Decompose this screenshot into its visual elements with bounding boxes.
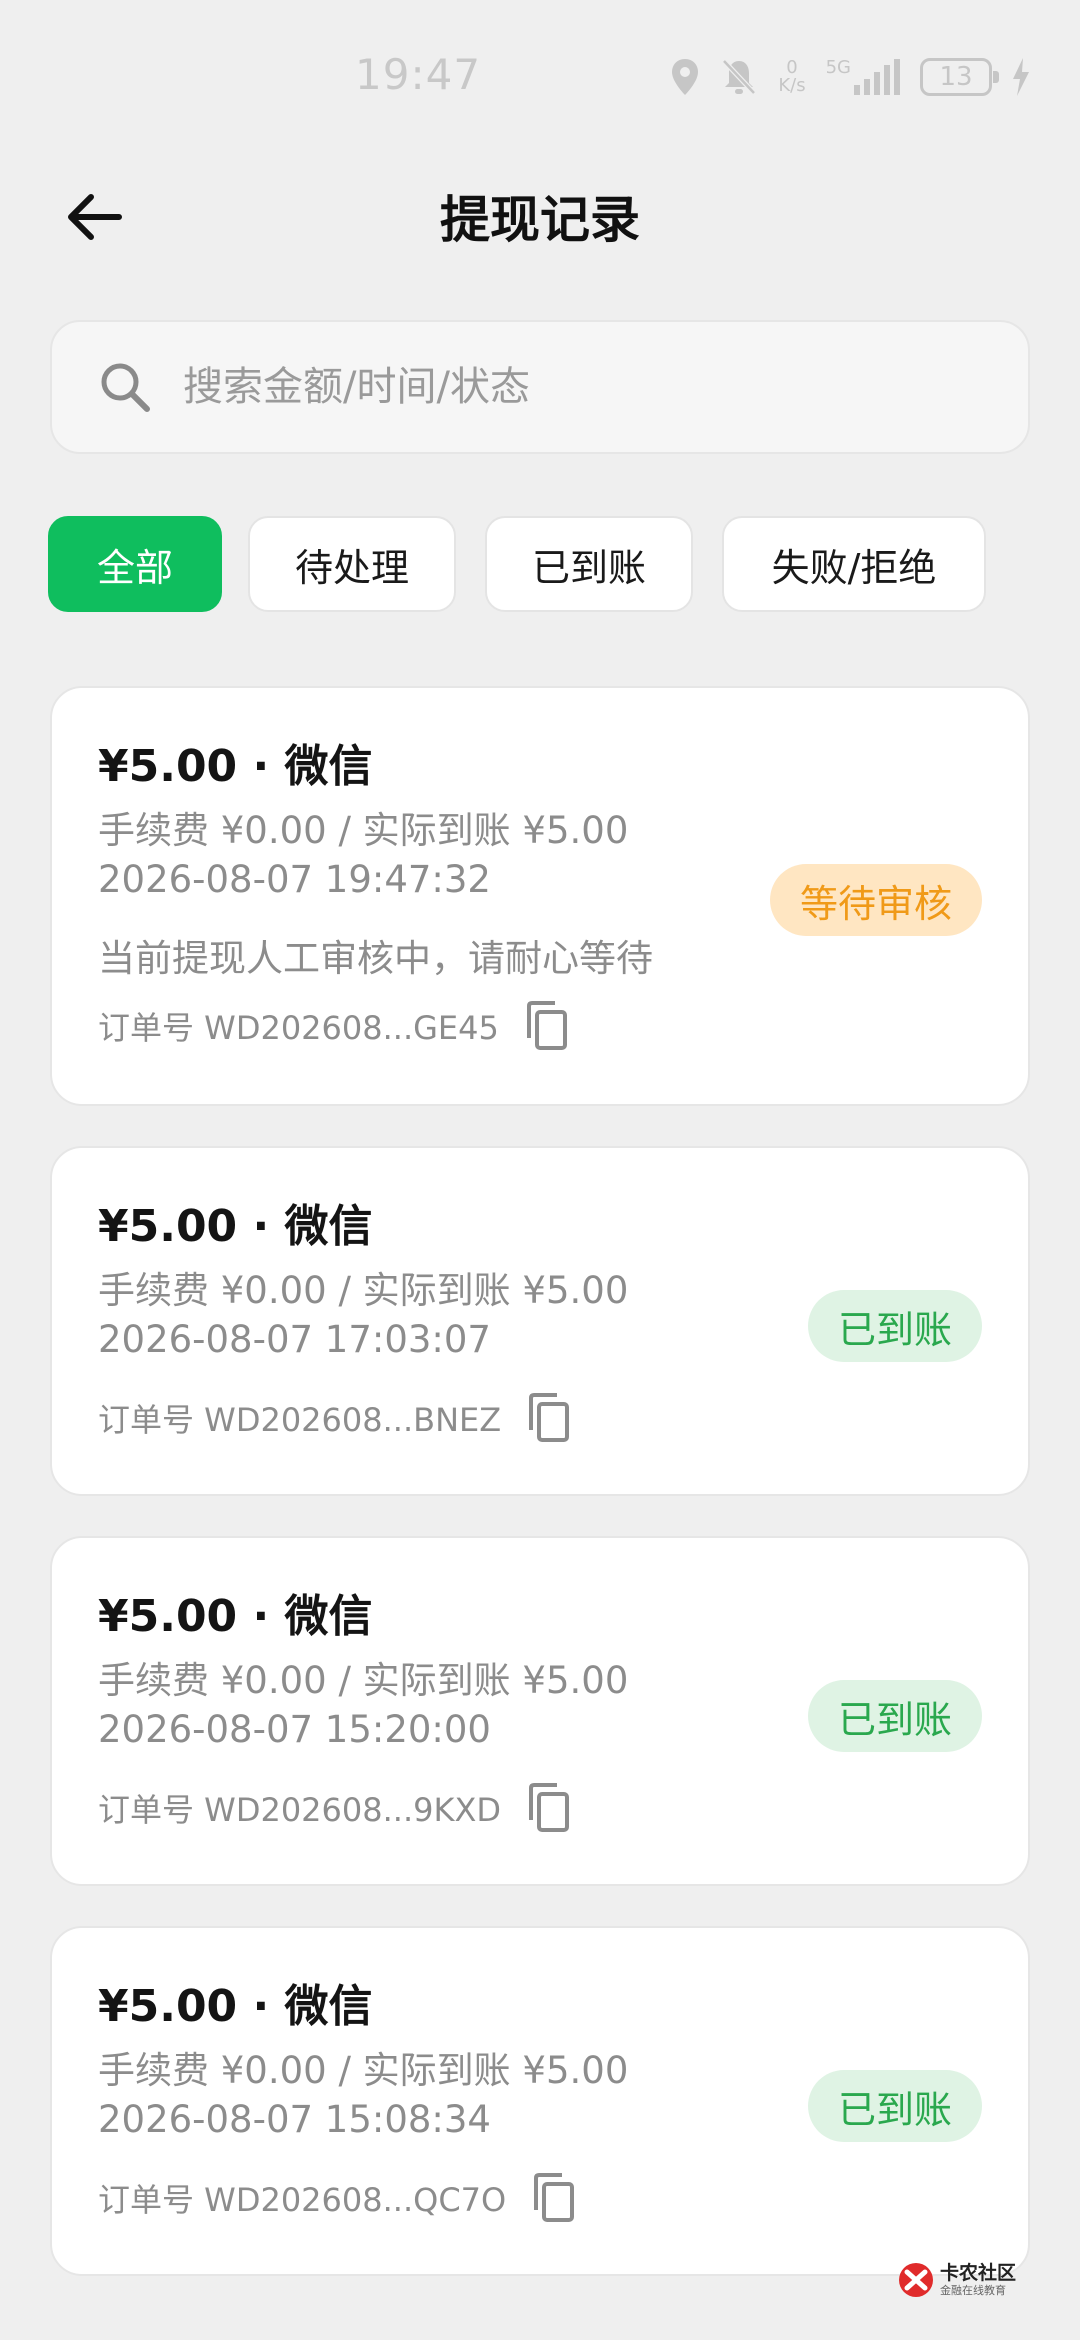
status-icons: 0 K/s 5G 13 [670, 52, 1030, 102]
record-card[interactable]: ¥5.00 · 微信 手续费 ¥0.00 / 实际到账 ¥5.00 2026-0… [50, 1926, 1030, 2276]
status-badge: 已到账 [807, 2070, 982, 2142]
page-title: 提现记录 [440, 191, 640, 249]
record-time: 2026-08-07 15:20:00 [98, 1708, 491, 1751]
record-fee: 手续费 ¥0.00 / 实际到账 ¥5.00 [98, 1269, 629, 1312]
copy-icon[interactable] [532, 2172, 578, 2224]
record-order: 订单号 WD202608...9KXD [98, 1782, 573, 1834]
record-order: 订单号 WD202608...QC7O [98, 2172, 578, 2224]
tab-failed-rejected[interactable]: 失败/拒绝 [722, 516, 986, 612]
order-number: 订单号 WD202608...QC7O [98, 2181, 507, 2219]
search-input[interactable] [183, 364, 943, 410]
copy-icon[interactable] [525, 1000, 571, 1052]
copy-icon[interactable] [527, 1782, 573, 1834]
record-fee: 手续费 ¥0.00 / 实际到账 ¥5.00 [98, 1659, 629, 1702]
record-time: 2026-08-07 15:08:34 [98, 2098, 491, 2141]
record-order: 订单号 WD202608...GE45 [98, 1000, 571, 1052]
status-badge: 已到账 [807, 1290, 982, 1362]
watermark: 卡农社区 金融在线教育 [896, 2258, 1046, 2302]
watermark-logo-icon [899, 2263, 933, 2297]
watermark-main: 卡农社区 [940, 2262, 1017, 2284]
header: 提现记录 [0, 160, 1080, 270]
record-amount: ¥5.00 · 微信 [98, 1981, 373, 2032]
location-icon [672, 59, 699, 95]
status-bar: 19:47 0 K/s 5G 13 [0, 0, 1080, 160]
record-card[interactable]: ¥5.00 · 微信 手续费 ¥0.00 / 实际到账 ¥5.00 2026-0… [50, 1536, 1030, 1886]
status-time: 19:47 [355, 50, 482, 99]
tab-pending[interactable]: 待处理 [248, 516, 456, 612]
network-type: 5G [825, 57, 851, 78]
record-amount: ¥5.00 · 微信 [98, 1201, 373, 1252]
record-note: 当前提现人工审核中，请耐心等待 [98, 937, 653, 980]
record-time: 2026-08-07 17:03:07 [98, 1318, 491, 1361]
record-fee: 手续费 ¥0.00 / 实际到账 ¥5.00 [98, 2049, 629, 2092]
record-card[interactable]: ¥5.00 · 微信 手续费 ¥0.00 / 实际到账 ¥5.00 2026-0… [50, 686, 1030, 1106]
record-order: 订单号 WD202608...BNEZ [98, 1392, 573, 1444]
signal: 5G [826, 59, 900, 95]
record-amount: ¥5.00 · 微信 [98, 1591, 373, 1642]
status-badge: 等待审核 [769, 864, 982, 936]
order-number: 订单号 WD202608...GE45 [98, 1009, 499, 1047]
tab-all[interactable]: 全部 [48, 516, 222, 612]
record-card[interactable]: ¥5.00 · 微信 手续费 ¥0.00 / 实际到账 ¥5.00 2026-0… [50, 1146, 1030, 1496]
order-number: 订单号 WD202608...BNEZ [98, 1401, 502, 1439]
record-fee: 手续费 ¥0.00 / 实际到账 ¥5.00 [98, 809, 629, 852]
watermark-text: 卡农社区 金融在线教育 [940, 2262, 1016, 2298]
charging-icon [1013, 58, 1029, 96]
battery-indicator: 13 [920, 58, 999, 96]
watermark-sub: 金融在线教育 [940, 2284, 1006, 2297]
speed-unit: K/s [778, 75, 806, 96]
search-icon [101, 363, 150, 412]
search-bar[interactable] [50, 320, 1030, 454]
signal-icon [854, 59, 900, 95]
network-speed: 0 K/s [778, 59, 805, 95]
copy-icon[interactable] [527, 1392, 573, 1444]
status-badge: 已到账 [807, 1680, 982, 1752]
record-amount: ¥5.00 · 微信 [98, 741, 373, 792]
tab-arrived[interactable]: 已到账 [485, 516, 693, 612]
order-number: 订单号 WD202608...9KXD [98, 1791, 502, 1829]
mute-bell-icon [722, 59, 757, 95]
record-time: 2026-08-07 19:47:32 [98, 858, 491, 901]
